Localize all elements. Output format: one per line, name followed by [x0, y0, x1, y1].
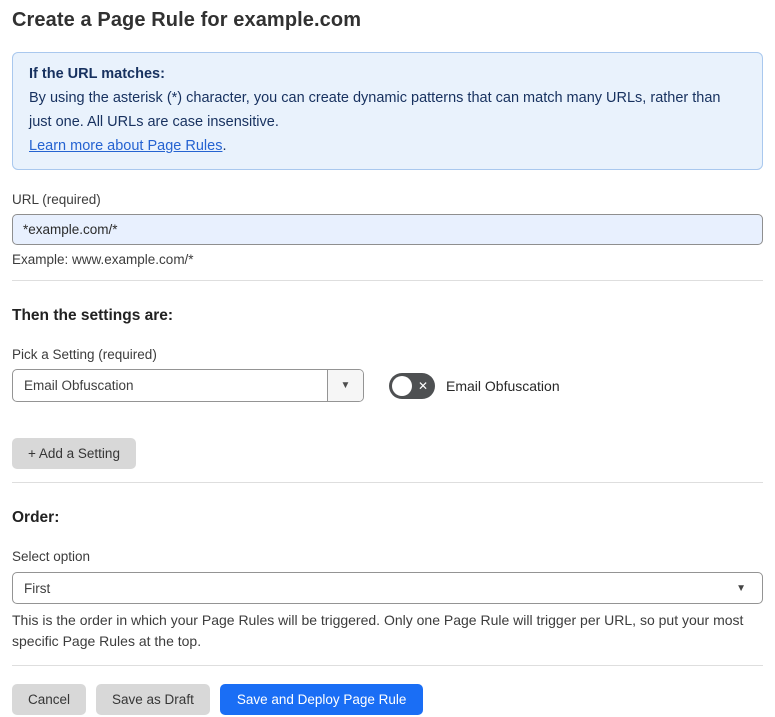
- order-select[interactable]: First ▼: [12, 572, 763, 604]
- save-draft-button[interactable]: Save as Draft: [96, 684, 210, 715]
- divider: [12, 665, 763, 666]
- setting-dropdown[interactable]: Email Obfuscation ▼: [12, 369, 364, 402]
- email-obfuscation-toggle[interactable]: ✕: [389, 372, 435, 399]
- url-input[interactable]: [12, 214, 763, 245]
- url-match-info-box: If the URL matches: By using the asteris…: [12, 52, 763, 170]
- order-select-label: Select option: [12, 549, 91, 564]
- divider: [12, 482, 763, 483]
- learn-more-link[interactable]: Learn more about Page Rules: [29, 138, 222, 154]
- toggle-label: Email Obfuscation: [446, 377, 560, 394]
- order-help-text: This is the order in which your Page Rul…: [12, 612, 744, 649]
- footer-actions: Cancel Save as Draft Save and Deploy Pag…: [12, 684, 763, 715]
- chevron-down-icon: ▼: [736, 582, 746, 594]
- create-page-rule-panel: Create a Page Rule for example.com If th…: [0, 0, 775, 715]
- add-setting-button[interactable]: + Add a Setting: [12, 438, 136, 469]
- pick-setting-label: Pick a Setting (required): [12, 347, 157, 362]
- cancel-button[interactable]: Cancel: [12, 684, 87, 715]
- info-link-line: Learn more about Page Rules.: [29, 134, 746, 158]
- divider: [12, 280, 763, 281]
- url-example-hint: Example: www.example.com/*: [12, 252, 194, 267]
- order-section-heading: Order:: [12, 509, 60, 526]
- save-deploy-button[interactable]: Save and Deploy Page Rule: [219, 684, 424, 715]
- order-select-value: First: [24, 580, 51, 596]
- link-suffix-period: .: [222, 138, 227, 154]
- info-box-heading: If the URL matches:: [29, 66, 165, 82]
- setting-dropdown-value: Email Obfuscation: [24, 378, 134, 393]
- info-box-body: By using the asterisk (*) character, you…: [29, 90, 721, 130]
- toggle-off-x-icon: ✕: [417, 378, 428, 393]
- settings-section-heading: Then the settings are:: [12, 307, 174, 324]
- setting-row: Email Obfuscation ▼ ✕ Email Obfuscation: [12, 369, 763, 402]
- page-title: Create a Page Rule for example.com: [12, 9, 362, 31]
- toggle-knob: [392, 375, 412, 396]
- chevron-down-icon[interactable]: ▼: [327, 370, 363, 401]
- url-label: URL (required): [12, 192, 101, 207]
